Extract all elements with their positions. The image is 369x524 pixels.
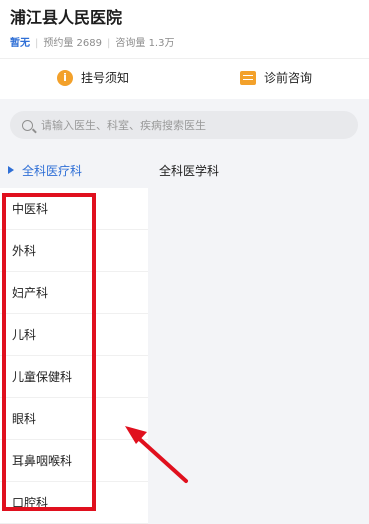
hospital-level: 暂无 [10,38,30,49]
search-placeholder: 请输入医生、科室、疾病搜索医生 [41,119,206,132]
registration-notice-button[interactable]: i 挂号须知 [57,69,129,86]
pre-consultation-button[interactable]: 诊前咨询 [240,69,312,86]
search-input[interactable]: 请输入医生、科室、疾病搜索医生 [10,111,358,139]
department-item-label: 儿科 [12,328,37,342]
department-item-label: 儿童保健科 [12,370,73,384]
search-area: 请输入医生、科室、疾病搜索医生 [0,99,369,152]
department-item-label: 口腔科 [12,496,49,510]
department-item-label: 外科 [12,244,37,258]
department-item[interactable]: 外科 [0,230,148,272]
hospital-name: 浦江县人民医院 [10,8,123,27]
department-item-label: 中医科 [12,202,49,216]
sub-department-item[interactable]: 全科医学科 [159,162,219,179]
department-item-label: 妇产科 [12,286,49,300]
department-item[interactable]: 妇产科 [0,272,148,314]
department-item[interactable]: 儿童保健科 [0,356,148,398]
department-item[interactable]: 儿科 [0,314,148,356]
appointment-count: 预约量 2689 [43,38,103,49]
department-item[interactable]: 眼科 [0,398,148,440]
department-item[interactable]: 耳鼻咽喉科 [0,440,148,482]
department-item[interactable]: 中医科 [0,188,148,230]
sub-department-panel: 全科医学科 [148,152,369,524]
chat-icon [240,70,256,85]
department-category-label: 全科医疗科 [22,163,83,178]
search-icon [22,119,33,131]
action-bar: i 挂号须知 诊前咨询 [0,58,369,99]
hospital-header: 浦江县人民医院 暂无 | 预约量 2689 | 咨询量 1.3万 [0,0,369,58]
hospital-meta: 暂无 | 预约量 2689 | 咨询量 1.3万 [10,34,174,49]
department-list: 全科医疗科 中医科 外科 妇产科 儿科 儿童保健科 眼科 耳鼻咽喉科 口腔科 [0,152,148,524]
department-category-selected[interactable]: 全科医疗科 [0,152,148,188]
department-item-label: 眼科 [12,412,37,426]
registration-notice-label: 挂号须知 [81,71,130,85]
pre-consultation-label: 诊前咨询 [264,71,313,85]
info-icon: i [57,69,73,86]
divider: | [107,38,111,49]
divider: | [35,38,39,49]
department-item[interactable]: 口腔科 [0,482,148,524]
consultation-count: 咨询量 1.3万 [115,38,175,49]
triangle-right-icon [8,166,14,174]
department-item-label: 耳鼻咽喉科 [12,454,73,468]
